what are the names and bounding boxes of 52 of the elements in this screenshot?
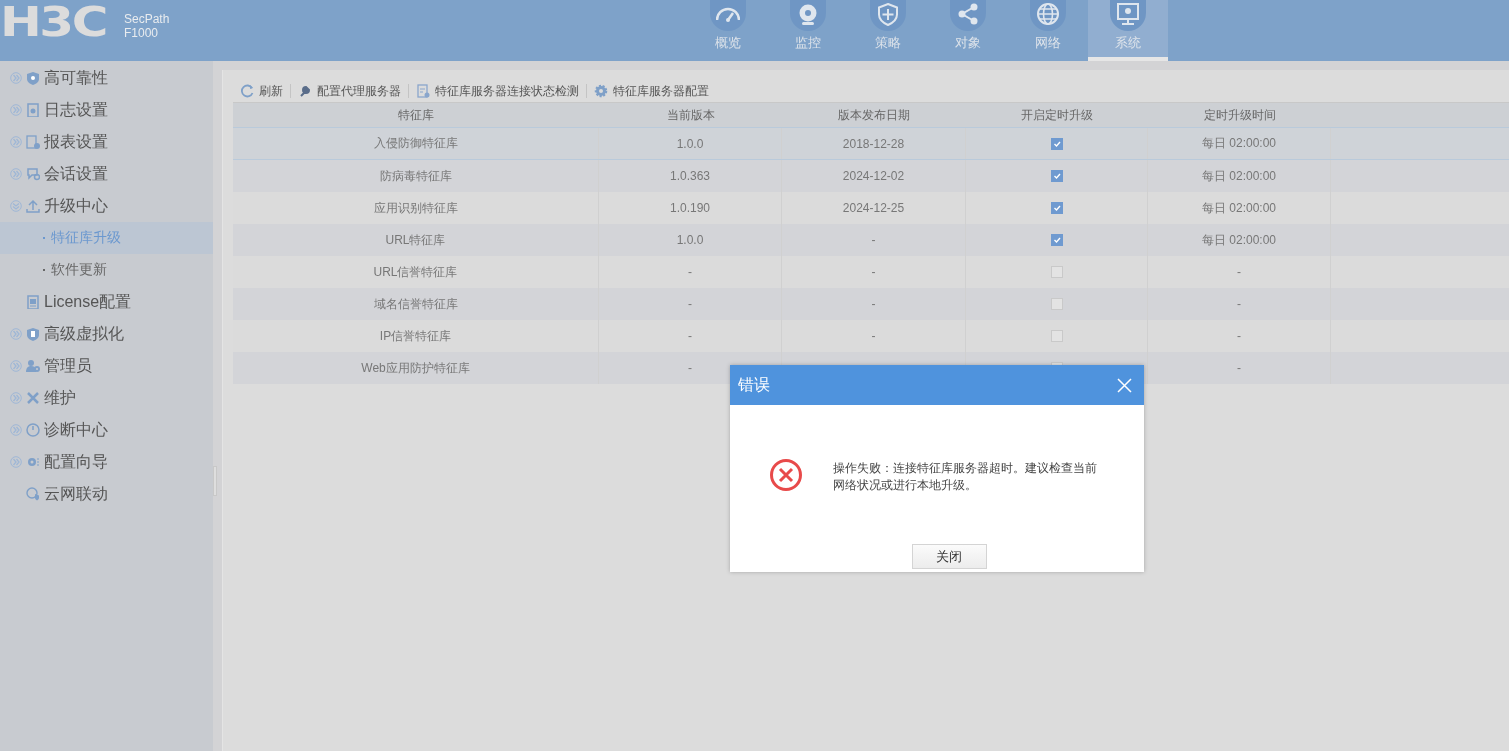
column-header: 定时升级时间 [1202, 106, 1277, 124]
table-cell: - [688, 361, 692, 375]
table-cell: - [688, 297, 692, 311]
column-header: 开启定时升级 [1020, 106, 1094, 124]
dialog-title: 错误 [738, 374, 770, 395]
table-cell: 2024-12-02 [842, 169, 905, 183]
sidebar-label: 会话设置 [44, 163, 108, 184]
table-cell: 每日 02:00:00 [1201, 199, 1276, 217]
table-cell: - [871, 297, 876, 311]
sidebar-label: 高级虚拟化 [44, 323, 124, 344]
sidebar-label: 云网联动 [44, 483, 108, 504]
sidebar-label: 管理员 [44, 355, 92, 376]
table-cell: 域名信誉特征库 [373, 295, 458, 313]
table-cell: 入侵防御特征库 [373, 135, 458, 152]
sidebar-label: 维护 [44, 387, 76, 408]
sidebar-label: 升级中心 [44, 195, 108, 216]
column-header: 特征库 [397, 106, 435, 124]
sidebar-label: 配置向导 [44, 451, 108, 472]
table-cell: - [1237, 265, 1241, 279]
column-header: 当前版本 [665, 106, 716, 124]
table-cell: 每日 02:00:00 [1201, 135, 1276, 152]
sidebar-label: License配置 [44, 291, 132, 312]
table-cell: 1.0.190 [669, 201, 710, 215]
table-cell: - [871, 233, 876, 247]
error-message: 操作失败：连接特征库服务器超时。建议检查当前网络状况或进行本地升级。 [833, 460, 1098, 494]
table-cell: URL特征库 [385, 231, 446, 249]
table-cell: - [1237, 329, 1241, 343]
table-cell: 1.0.0 [676, 233, 704, 247]
table-cell: 1.0.363 [669, 169, 710, 183]
table-cell: - [871, 329, 876, 343]
table-cell: 每日 02:00:00 [1201, 231, 1276, 249]
table-cell: - [1237, 361, 1241, 375]
sidebar-label: 高可靠性 [44, 67, 108, 88]
column-header: 版本发布日期 [837, 106, 911, 124]
sidebar-label: 报表设置 [44, 131, 108, 152]
table-cell: 防病毒特征库 [379, 167, 452, 185]
table-cell: IP信誉特征库 [379, 327, 452, 345]
table-cell: 2018-12-28 [842, 136, 905, 151]
table-cell: 每日 02:00:00 [1201, 167, 1276, 185]
table-cell: - [871, 265, 876, 279]
table-cell: - [688, 329, 692, 343]
table-cell: 2024-12-25 [842, 201, 905, 215]
table-cell: - [688, 265, 692, 279]
table-cell: 1.0.0 [676, 136, 704, 151]
product-model: F1000 [124, 26, 160, 40]
table-cell: URL信誉特征库 [373, 263, 458, 281]
table-cell: Web应用防护特征库 [361, 359, 470, 377]
sidebar-label: 日志设置 [44, 99, 108, 120]
sidebar-label: 诊断中心 [44, 419, 108, 440]
table-cell: 应用识别特征库 [373, 199, 458, 217]
table-cell: - [1237, 297, 1241, 311]
product-name: SecPath [124, 12, 170, 26]
